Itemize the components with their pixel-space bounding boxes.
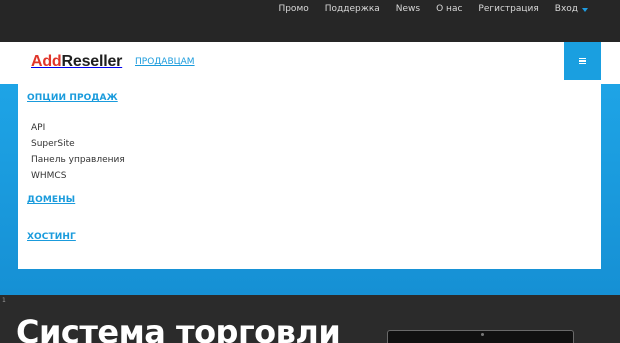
logo-part-add: Add xyxy=(31,53,62,70)
section-hosting[interactable]: ХОСТИНГ xyxy=(27,232,76,242)
list-item-api[interactable]: API xyxy=(31,120,125,136)
nav-link-support[interactable]: Поддержка xyxy=(317,3,388,15)
hamburger-icon xyxy=(579,58,586,64)
menu-button[interactable] xyxy=(564,42,601,80)
top-nav: Промо Поддержка News О нас Регистрация В… xyxy=(270,3,596,15)
slide-marker: 1 xyxy=(2,297,6,304)
nav-link-promo[interactable]: Промо xyxy=(270,3,316,15)
device-mockup-image xyxy=(387,330,574,343)
section-domains[interactable]: ДОМЕНЫ xyxy=(27,195,75,205)
sales-options-list: API SuperSite Панель управления WHMCS xyxy=(31,120,125,184)
nav-link-news[interactable]: News xyxy=(388,3,428,15)
login-label: Вход xyxy=(554,4,578,14)
nav-link-register[interactable]: Регистрация xyxy=(470,3,546,15)
sellers-menu-link[interactable]: ПРОДАВЦАМ xyxy=(135,57,195,67)
list-item-whmcs[interactable]: WHMCS xyxy=(31,168,125,184)
list-item-supersite[interactable]: SuperSite xyxy=(31,136,125,152)
top-utility-bar: Промо Поддержка News О нас Регистрация В… xyxy=(0,0,620,42)
nav-link-about[interactable]: О нас xyxy=(428,3,470,15)
logo[interactable]: AddReseller xyxy=(31,53,122,71)
logo-part-reseller: Reseller xyxy=(61,53,123,70)
sellers-dropdown-panel: ОПЦИИ ПРОДАЖ API SuperSite Панель управл… xyxy=(18,84,601,269)
caret-down-icon xyxy=(582,7,588,12)
section-sales-options[interactable]: ОПЦИИ ПРОДАЖ xyxy=(27,93,118,103)
hero-headline: Система торговли xyxy=(16,313,341,343)
login-dropdown[interactable]: Вход xyxy=(547,3,596,15)
camera-dot xyxy=(481,333,484,336)
list-item-control-panel[interactable]: Панель управления xyxy=(31,152,125,168)
site-header: AddReseller ПРОДАВЦАМ xyxy=(0,42,620,84)
